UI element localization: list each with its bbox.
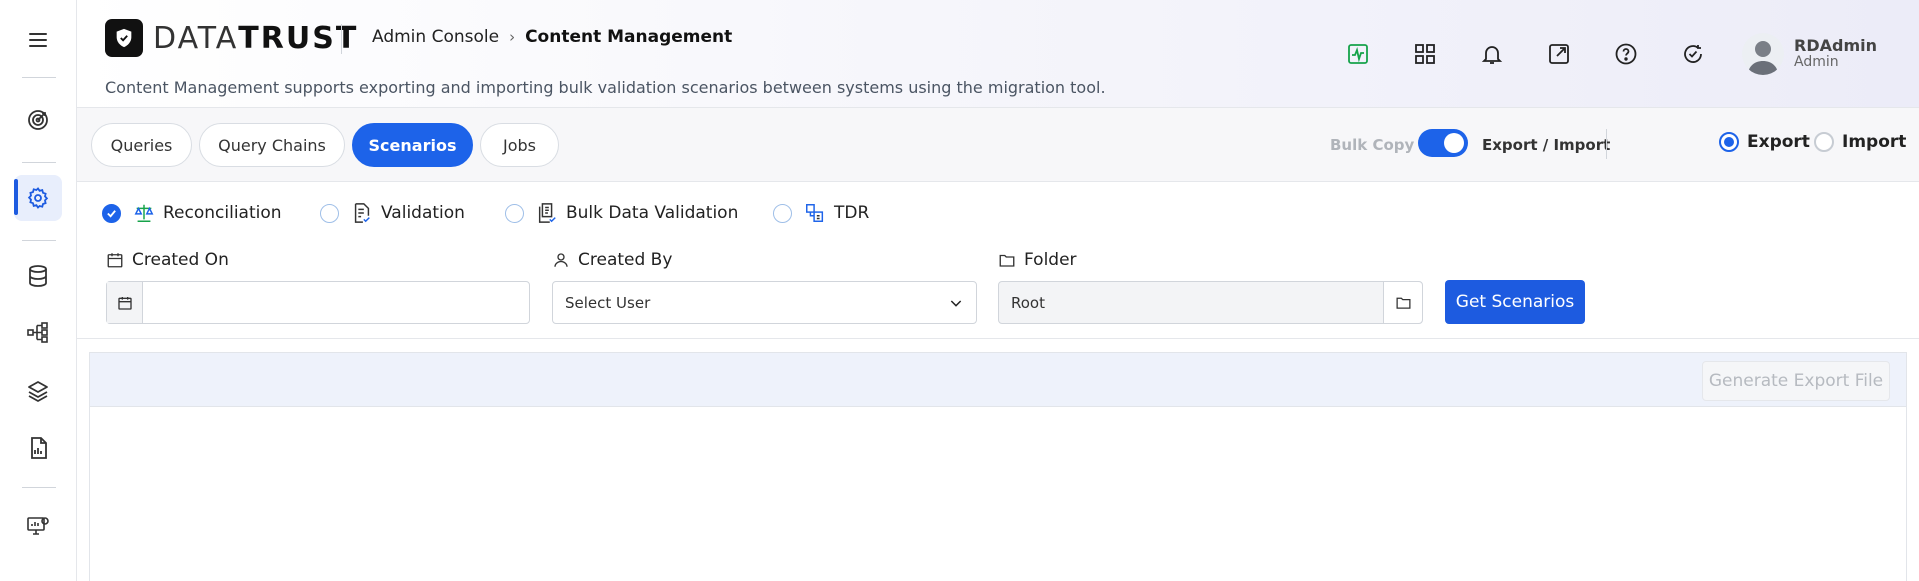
- calendar-icon: [117, 296, 132, 310]
- menu-icon[interactable]: [14, 17, 62, 63]
- avatar: [1742, 33, 1784, 75]
- tab-query-chains[interactable]: Query Chains: [199, 123, 345, 167]
- generate-export-button[interactable]: Generate Export File: [1702, 361, 1890, 401]
- reconciliation-label: Reconciliation: [163, 203, 282, 223]
- header-divider: [341, 24, 342, 54]
- report-icon[interactable]: [14, 425, 62, 471]
- settings-icon[interactable]: [14, 175, 62, 221]
- sidebar-divider: [22, 77, 56, 78]
- target-icon[interactable]: [14, 97, 62, 143]
- export-import-label: Export / Import: [1482, 136, 1611, 154]
- type-bulk-data-validation[interactable]: Bulk Data Validation: [505, 202, 738, 224]
- doc-check-icon: [351, 202, 373, 224]
- created-by-select[interactable]: Select User: [552, 281, 977, 324]
- shield-icon: [105, 19, 143, 57]
- scale-icon: [133, 202, 155, 224]
- sidebar-divider: [22, 162, 56, 163]
- created-on-text: Created On: [132, 250, 229, 270]
- help-icon[interactable]: [1612, 40, 1640, 68]
- reconciliation-checkbox[interactable]: [102, 203, 121, 223]
- brand-logo[interactable]: DATATRUST: [105, 19, 358, 57]
- created-on-field[interactable]: [106, 281, 530, 324]
- folder-value: Root: [1011, 293, 1045, 312]
- breadcrumb-current: Content Management: [525, 27, 733, 47]
- folder-browse-button[interactable]: [1383, 282, 1422, 323]
- tab-queries[interactable]: Queries: [91, 123, 192, 167]
- export-radio[interactable]: [1719, 132, 1739, 152]
- folder-icon: [999, 254, 1015, 267]
- mode-divider: [1606, 129, 1607, 159]
- workflow-icon[interactable]: [14, 310, 62, 356]
- export-label: Export: [1747, 132, 1810, 152]
- refresh-check-icon[interactable]: [1679, 40, 1707, 68]
- tabs-bar: Queries Query Chains Scenarios Jobs: [77, 108, 1919, 182]
- monitor-icon[interactable]: [14, 503, 62, 549]
- external-link-icon[interactable]: [1545, 40, 1573, 68]
- folder-field: Root: [998, 281, 1423, 324]
- breadcrumb: Admin Console › Content Management: [372, 27, 732, 47]
- bulk-doc-icon: [536, 202, 558, 224]
- import-radio[interactable]: [1814, 132, 1834, 152]
- export-radio-option[interactable]: Export: [1719, 132, 1810, 152]
- breadcrumb-root[interactable]: Admin Console: [372, 27, 499, 47]
- folder-open-icon: [1395, 297, 1411, 309]
- bulk-validation-checkbox[interactable]: [505, 203, 524, 223]
- import-label: Import: [1842, 132, 1907, 152]
- created-by-value: Select User: [565, 293, 651, 312]
- tab-jobs[interactable]: Jobs: [480, 123, 559, 167]
- sidebar: [0, 0, 77, 581]
- calendar-icon: [107, 253, 123, 268]
- validation-label: Validation: [381, 203, 465, 223]
- created-on-input[interactable]: [143, 282, 529, 323]
- page-description: Content Management supports exporting an…: [105, 78, 1106, 97]
- created-by-text: Created By: [578, 250, 673, 270]
- activity-icon[interactable]: [1344, 40, 1372, 68]
- bell-icon[interactable]: [1478, 40, 1506, 68]
- chevron-right-icon: ›: [509, 28, 516, 46]
- sidebar-divider: [22, 487, 56, 488]
- sidebar-divider: [22, 240, 56, 241]
- results-panel: Generate Export File: [89, 352, 1907, 581]
- bulk-copy-label: Bulk Copy: [1330, 136, 1415, 154]
- created-on-label: Created On: [106, 250, 229, 270]
- type-validation[interactable]: Validation: [320, 202, 465, 224]
- chevron-down-icon: [950, 299, 962, 307]
- toggle-knob: [1444, 133, 1464, 153]
- folder-text: Folder: [1024, 250, 1077, 270]
- results-header: Generate Export File: [90, 353, 1906, 407]
- get-scenarios-button[interactable]: Get Scenarios: [1445, 280, 1585, 324]
- grid-icon[interactable]: [1411, 40, 1439, 68]
- export-import-toggle[interactable]: [1418, 129, 1468, 157]
- type-tdr[interactable]: TDR: [773, 202, 869, 224]
- tdr-checkbox[interactable]: [773, 203, 792, 223]
- tab-scenarios[interactable]: Scenarios: [352, 123, 473, 167]
- created-by-label: Created By: [552, 250, 672, 270]
- user-name: RDAdmin: [1794, 36, 1877, 55]
- logo-text-data: DATA: [153, 20, 239, 56]
- user-role: Admin: [1794, 54, 1839, 70]
- active-indicator: [14, 179, 18, 215]
- type-reconciliation[interactable]: Reconciliation: [102, 202, 282, 224]
- user-profile[interactable]: RDAdmin Admin: [1742, 33, 1877, 75]
- tdr-label: TDR: [834, 203, 870, 223]
- user-icon: [554, 253, 568, 267]
- validation-checkbox[interactable]: [320, 203, 339, 223]
- bulk-data-validation-label: Bulk Data Validation: [566, 203, 739, 223]
- top-header: DATATRUST Admin Console › Content Manage…: [77, 0, 1919, 108]
- database-icon[interactable]: [14, 253, 62, 299]
- folder-label: Folder: [998, 250, 1077, 270]
- calendar-button[interactable]: [107, 282, 143, 323]
- import-radio-option[interactable]: Import: [1814, 132, 1906, 152]
- layers-icon[interactable]: [14, 368, 62, 414]
- tdr-icon: [804, 202, 826, 224]
